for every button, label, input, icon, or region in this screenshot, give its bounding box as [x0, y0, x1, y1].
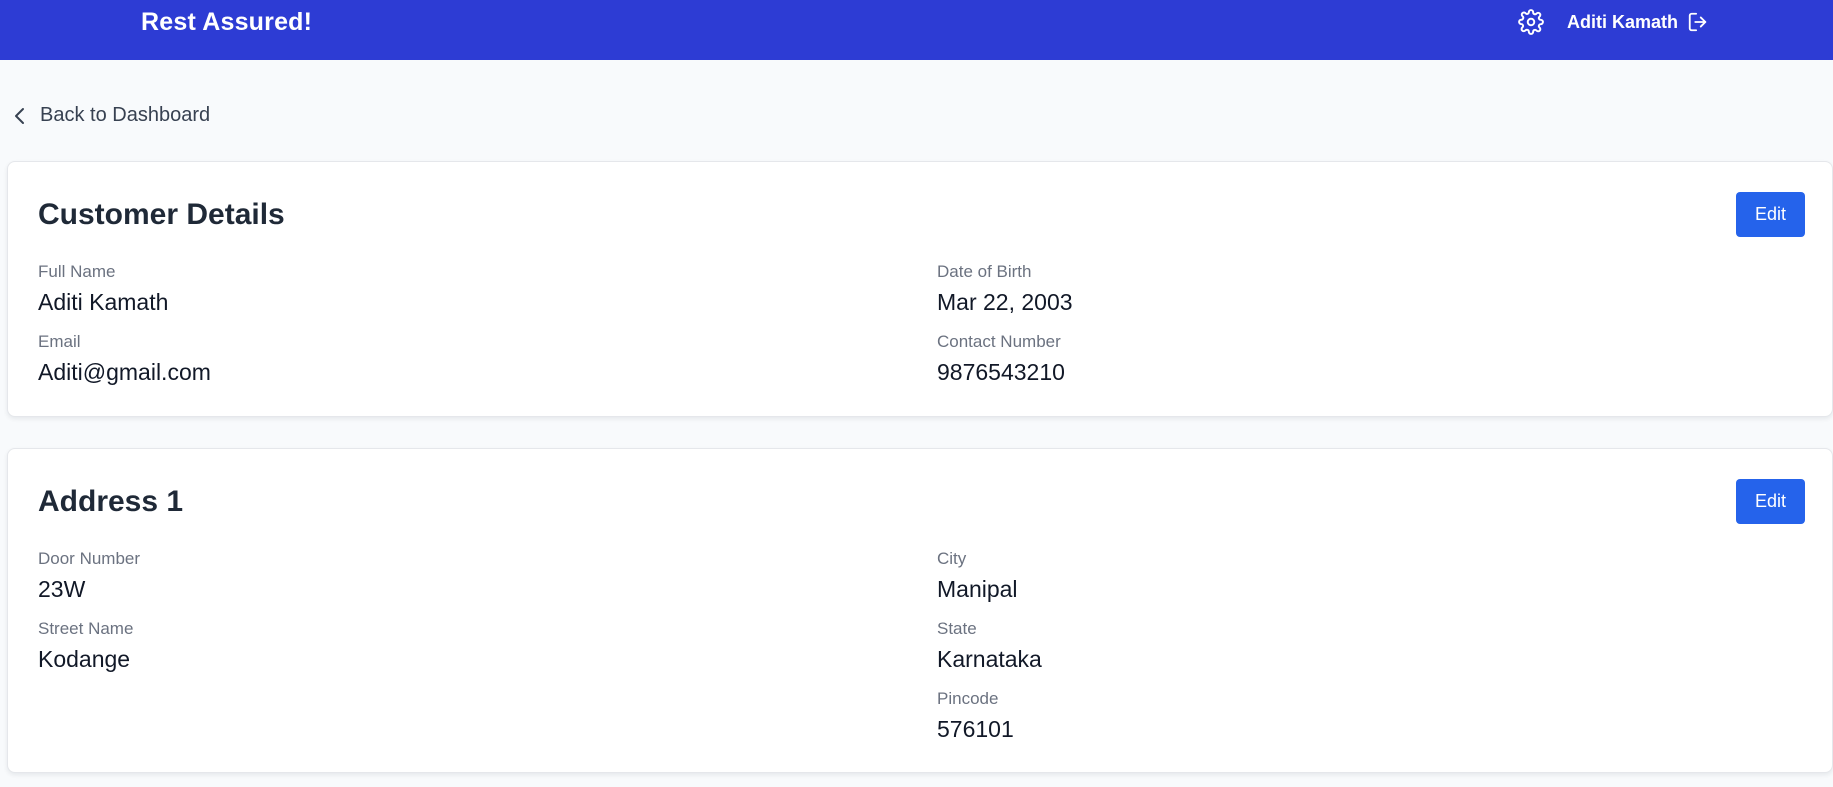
street-name-value: Kodange — [38, 646, 131, 672]
date-of-birth-value: Mar 22, 2003 — [937, 289, 1073, 315]
city-field: City Manipal — [937, 548, 1018, 603]
state-field: State Karnataka — [937, 618, 1042, 673]
state-value: Karnataka — [937, 646, 1042, 672]
door-number-label: Door Number — [38, 549, 141, 568]
street-name-field: Street Name Kodange — [38, 618, 133, 673]
address-title: Address 1 — [38, 485, 184, 518]
contact-number-value: 9876543210 — [937, 359, 1065, 385]
state-label: State — [937, 619, 977, 638]
city-value: Manipal — [937, 576, 1018, 602]
app-title: Rest Assured! — [141, 8, 313, 36]
pincode-label: Pincode — [937, 689, 999, 708]
address-card: Address 1 Edit Door Number 23W City Mani… — [7, 448, 1833, 773]
full-name-value: Aditi Kamath — [38, 289, 169, 315]
full-name-label: Full Name — [38, 262, 116, 281]
street-name-label: Street Name — [38, 619, 134, 638]
email-label: Email — [38, 332, 81, 351]
email-field: Email Aditi@gmail.com — [38, 331, 211, 386]
contact-number-label: Contact Number — [937, 332, 1061, 351]
date-of-birth-label: Date of Birth — [937, 262, 1032, 281]
edit-address-button[interactable]: Edit — [1736, 479, 1805, 524]
edit-customer-button[interactable]: Edit — [1736, 192, 1805, 237]
contact-number-field: Contact Number 9876543210 — [937, 331, 1065, 386]
gear-icon[interactable] — [1518, 9, 1544, 35]
back-to-dashboard-link[interactable]: Back to Dashboard — [12, 104, 210, 127]
chevron-left-icon — [15, 107, 24, 124]
logout-icon[interactable] — [1686, 11, 1710, 33]
full-name-field: Full Name Aditi Kamath — [38, 261, 168, 316]
door-number-value: 23W — [38, 576, 86, 602]
user-name: Aditi Kamath — [1567, 11, 1679, 32]
user-menu[interactable]: Aditi Kamath — [1567, 11, 1710, 33]
top-navigation-bar: Rest Assured! Aditi Kamath — [0, 0, 1833, 60]
customer-details-title: Customer Details — [38, 198, 285, 231]
city-label: City — [937, 549, 967, 568]
customer-details-card: Customer Details Edit Full Name Aditi Ka… — [7, 161, 1833, 417]
date-of-birth-field: Date of Birth Mar 22, 2003 — [937, 261, 1073, 316]
email-value: Aditi@gmail.com — [38, 359, 211, 385]
pincode-value: 576101 — [937, 716, 1014, 742]
back-to-dashboard-label: Back to Dashboard — [40, 104, 211, 126]
door-number-field: Door Number 23W — [38, 548, 140, 603]
pincode-field: Pincode 576101 — [937, 688, 1014, 743]
